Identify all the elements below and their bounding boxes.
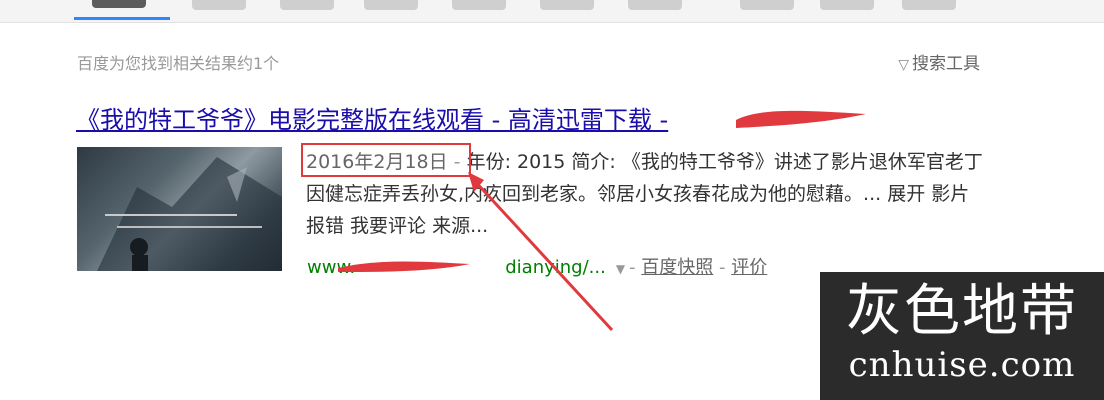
watermark-logo: 灰色地带 cnhuise.com xyxy=(820,272,1104,400)
title-redaction-scribble xyxy=(736,110,866,128)
url-redaction-scribble xyxy=(338,261,470,272)
watermark-en-text: cnhuise.com xyxy=(848,345,1076,385)
watermark-cn-text: 灰色地带 xyxy=(846,279,1078,344)
annotation-arrow-line xyxy=(470,176,614,332)
